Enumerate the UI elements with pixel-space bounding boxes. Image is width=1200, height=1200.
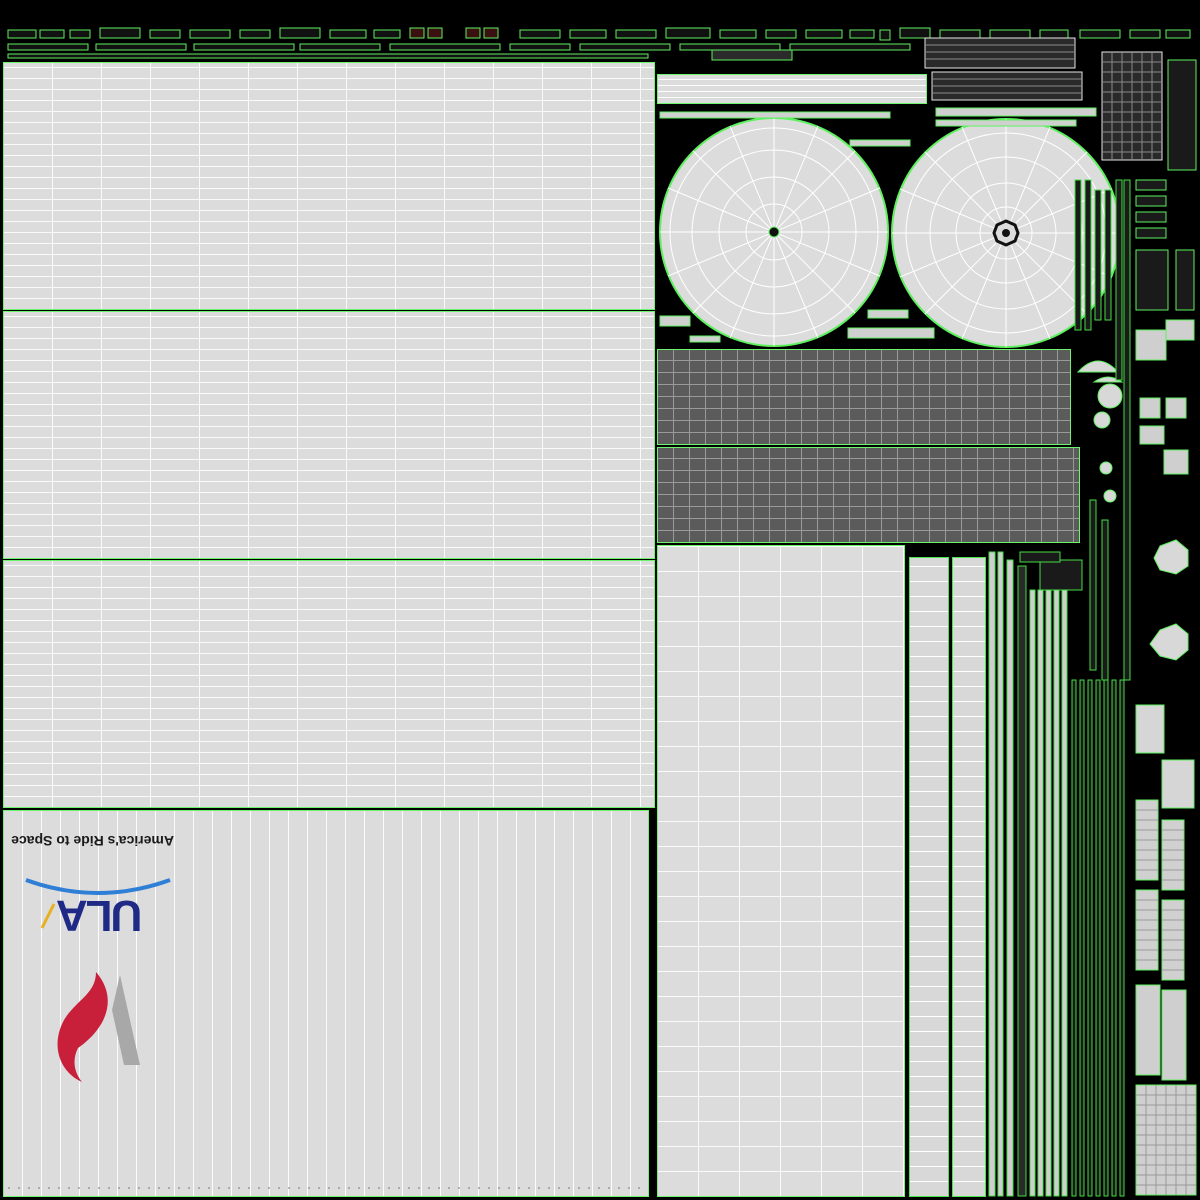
flame-logo [57,972,140,1082]
disk-left [659,117,889,347]
ula-logo-arc [25,878,171,895]
uv-atlas-overlay [7,27,1197,1197]
